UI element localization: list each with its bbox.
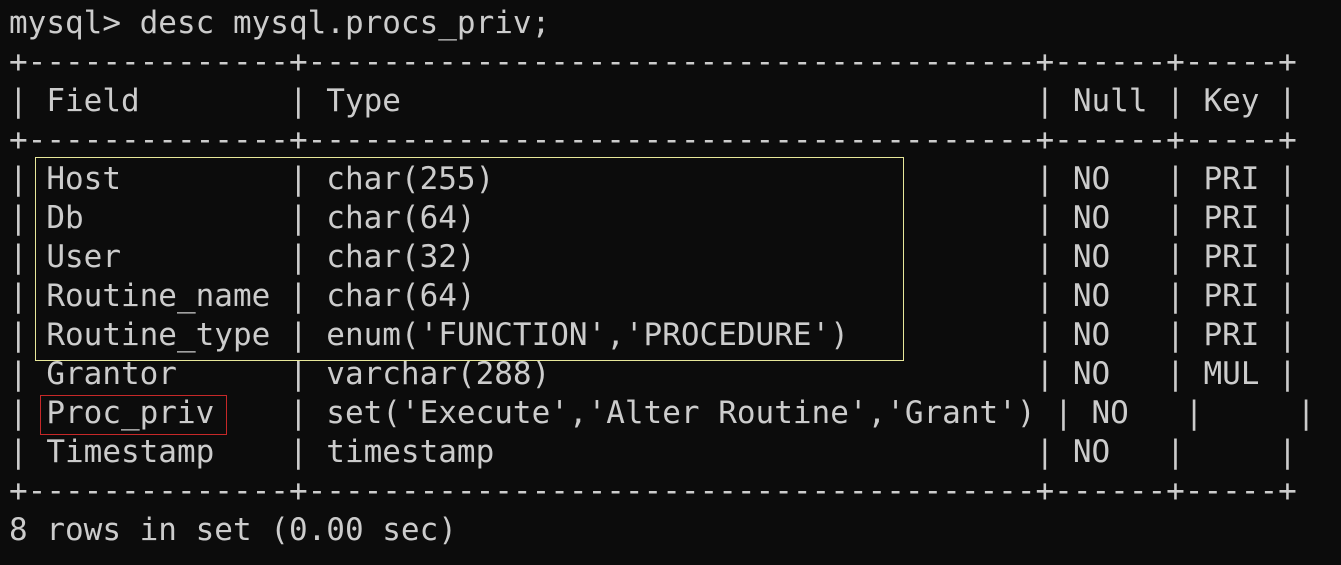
table-row: | Host | char(255) | NO | PRI | — [9, 161, 1297, 197]
table-row: | Routine_type | enum('FUNCTION','PROCED… — [9, 317, 1297, 353]
terminal-window: mysql> desc mysql.procs_priv; +---------… — [0, 0, 1341, 565]
table-row: | Timestamp | timestamp | NO | | — [9, 434, 1297, 470]
result-summary: 8 rows in set (0.00 sec) — [9, 512, 457, 548]
table-border-bottom: +--------------+------------------------… — [9, 473, 1297, 509]
sql-prompt: mysql> desc mysql.procs_priv; — [9, 5, 551, 41]
table-border-header: +--------------+------------------------… — [9, 122, 1297, 158]
table-row: | Routine_name | char(64) | NO | PRI | — [9, 278, 1297, 314]
table-header-row: | Field | Type | Null | Key | — [9, 83, 1297, 119]
table-row: | Grantor | varchar(288) | NO | MUL | — [9, 356, 1297, 392]
table-border-top: +--------------+------------------------… — [9, 44, 1297, 80]
table-row: | User | char(32) | NO | PRI | — [9, 239, 1297, 275]
table-row: | Db | char(64) | NO | PRI | — [9, 200, 1297, 236]
table-row: | Proc_priv | set('Execute','Alter Routi… — [9, 395, 1316, 431]
